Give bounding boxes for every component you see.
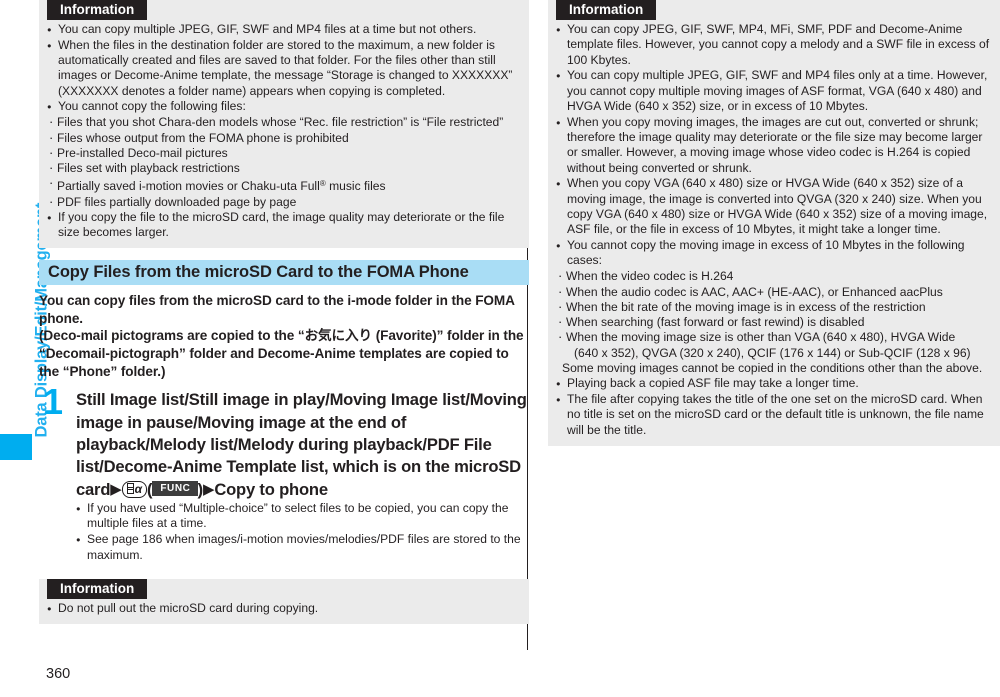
intro-line-1: You can copy files from the microSD card… xyxy=(39,293,515,326)
list-item: When the audio codec is AAC, AAC+ (HE-AA… xyxy=(556,284,992,300)
list-item: If you copy the file to the microSD card… xyxy=(47,210,521,241)
step-number: 1 xyxy=(43,381,64,423)
arrow-right-icon-2: ▶ xyxy=(202,480,215,498)
list-item: You cannot copy the following files: xyxy=(47,99,521,115)
manual-page: Data Display/Edit/Management Information… xyxy=(0,0,1000,697)
information-header: Information xyxy=(47,0,148,20)
list-item: You can copy JPEG, GIF, SWF, MP4, MFi, S… xyxy=(556,22,992,68)
list-item: If you have used “Multiple-choice” to se… xyxy=(76,501,529,532)
list-item: When the files in the destination folder… xyxy=(47,38,521,99)
step-notes: If you have used “Multiple-choice” to se… xyxy=(76,501,529,563)
list-item: When the bit rate of the moving image is… xyxy=(556,299,992,315)
information-body: You can copy multiple JPEG, GIF, SWF and… xyxy=(39,22,529,241)
section-heading: Copy Files from the microSD Card to the … xyxy=(39,260,529,286)
step-1: 1 Still Image list/Still image in play/M… xyxy=(39,384,529,563)
list-item: You cannot copy the moving image in exce… xyxy=(556,238,992,269)
list-item: PDF files partially downloaded page by p… xyxy=(47,194,521,210)
imode-func-key-icon: α xyxy=(121,480,147,498)
information-box-bottom: Information Do not pull out the microSD … xyxy=(39,579,529,625)
list-item: When you copy moving images, the images … xyxy=(556,115,992,176)
sub-item-line-2: (640 x 352), QVGA (320 x 240), QCIF (176… xyxy=(574,345,971,360)
information-body: You can copy JPEG, GIF, SWF, MP4, MFi, S… xyxy=(548,22,1000,438)
list-item: Pre-installed Deco-mail pictures xyxy=(47,145,521,161)
intro-paragraph: You can copy files from the microSD card… xyxy=(39,292,529,380)
list-item: When the video codec is H.264 xyxy=(556,268,992,284)
list-item: The file after copying takes the title o… xyxy=(556,392,992,438)
list-item: You can copy multiple JPEG, GIF, SWF and… xyxy=(47,22,521,38)
sub-list-footer: Some moving images cannot be copied in t… xyxy=(562,361,983,376)
list-item: When the moving image size is other than… xyxy=(556,329,992,361)
list-item: When you copy VGA (640 x 480) size or HV… xyxy=(556,176,992,237)
sub-list: When the video codec is H.264 When the a… xyxy=(556,268,992,376)
list-item: Files whose output from the FOMA phone i… xyxy=(47,130,521,146)
func-softkey-chip: FUNC xyxy=(152,480,198,496)
list-item: Partially saved i-motion movies or Chaku… xyxy=(47,175,521,194)
intro-line-2: (Deco-mail pictograms are copied to the … xyxy=(39,328,524,379)
information-body: Do not pull out the microSD card during … xyxy=(39,601,529,617)
left-column: Information You can copy multiple JPEG, … xyxy=(39,0,529,625)
right-column: Information You can copy JPEG, GIF, SWF,… xyxy=(548,0,1000,446)
information-box-top: Information You can copy multiple JPEG, … xyxy=(39,0,529,249)
step-instruction: Still Image list/Still image in play/Mov… xyxy=(76,389,529,501)
list-item: Files that you shot Chara-den models who… xyxy=(47,114,521,130)
information-box-right: Information You can copy JPEG, GIF, SWF,… xyxy=(548,0,1000,446)
sub-item-line-1: When the moving image size is other than… xyxy=(566,330,956,345)
page-number: 360 xyxy=(46,666,71,682)
information-header: Information xyxy=(47,579,148,600)
information-header: Information xyxy=(556,0,657,20)
list-item: When searching (fast forward or fast rew… xyxy=(556,314,992,330)
key-glyph-icon xyxy=(126,482,134,494)
list-item: See page 186 when images/i-motion movies… xyxy=(76,532,529,563)
list-item: You can copy multiple JPEG, GIF, SWF and… xyxy=(556,68,992,114)
list-item: Do not pull out the microSD card during … xyxy=(47,601,521,617)
sub-list: Files that you shot Chara-den models who… xyxy=(47,114,521,210)
step-text-after-key: Copy to phone xyxy=(214,479,328,499)
arrow-right-icon: ▶ xyxy=(110,480,122,498)
list-item: Playing back a copied ASF file may take … xyxy=(556,376,992,392)
side-tab-marker xyxy=(0,434,32,460)
list-item: Files set with playback restrictions xyxy=(47,160,521,176)
